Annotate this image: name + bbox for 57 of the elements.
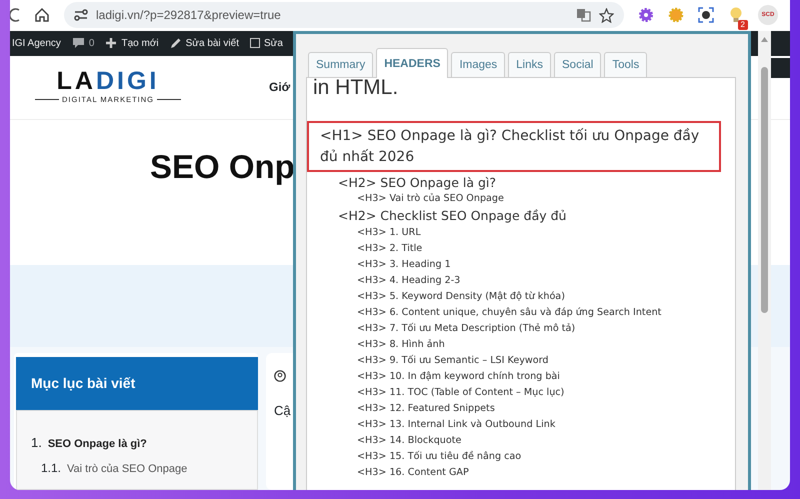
home-icon[interactable] — [34, 7, 50, 24]
tab[interactable]: HEADERS — [376, 48, 448, 78]
scrollbar[interactable] — [758, 31, 771, 490]
new-link[interactable]: Tạo mới — [121, 36, 159, 51]
toc-number: 1. — [31, 434, 42, 452]
toc-number: 1.1. — [41, 460, 62, 476]
star-icon[interactable] — [599, 8, 614, 23]
header-entry: <H3> 5. Keyword Density (Mật độ từ khóa) — [357, 290, 566, 304]
header-entry: <H3> 4. Heading 2-3 — [357, 274, 462, 288]
header-entry: <H3> 10. In đậm keyword chính trong bài — [357, 370, 561, 384]
admin-bar — [771, 58, 790, 78]
meta-text: Cậ — [274, 402, 292, 420]
header-entry: <H3> 11. TOC (Table of Content – Mục lục) — [357, 386, 566, 400]
header-entry: <H3> 6. Content unique, chuyên sâu và đáp ứng Search Intent — [357, 306, 662, 320]
header-entry: <H3> 16. Content GAP — [357, 466, 470, 480]
header-entry: <H1> SEO Onpage là gì? Checklist tối ưu Onpage đầy đủ nhất 2026 — [307, 121, 721, 172]
header-entry: <H3> 7. Tối ưu Meta Description (Thẻ mô tả) — [357, 322, 576, 336]
header-entry: <H3> Vai trò của SEO Onpage — [357, 192, 505, 206]
comment-count[interactable]: 0 — [88, 36, 94, 51]
edit-post-link[interactable]: Sửa bài viết — [186, 36, 239, 51]
user-icon — [274, 370, 286, 382]
header-entry: <H3> 9. Tối ưu Semantic – LSI Keyword — [357, 354, 550, 368]
header-entry: <H3> 14. Blockquote — [357, 434, 462, 448]
header-entry: <H3> 15. Tối ưu tiêu đề nâng cao — [357, 450, 522, 464]
logo-text[interactable]: LADIGI — [56, 67, 160, 96]
toc-title: Mục lục bài viết — [16, 357, 258, 410]
site-name-link[interactable]: IGI Agency — [12, 36, 61, 51]
camera-icon[interactable] — [698, 7, 714, 24]
nav-link[interactable]: Giớ — [269, 78, 290, 96]
header-entry: <H2> SEO Onpage là gì? — [338, 174, 498, 192]
gear-icon[interactable] — [638, 7, 654, 24]
header-entry: <H3> 2. Title — [357, 242, 424, 256]
toc-link[interactable]: Vai trò của SEO Onpage — [67, 460, 188, 477]
pencil-icon[interactable] — [170, 37, 182, 50]
notification-badge: 2 — [738, 20, 748, 30]
site-info-icon[interactable] — [74, 9, 88, 22]
page-title: SEO Onp — [150, 150, 295, 187]
header-entry: <H3> 13. Internal Link và Outbound Link — [357, 418, 556, 432]
tab[interactable]: Tools — [604, 52, 648, 78]
toc-link[interactable]: SEO Onpage là gì? — [48, 436, 147, 452]
tab[interactable]: Links — [508, 52, 552, 78]
header-entry: <H3> 12. Featured Snippets — [357, 402, 496, 416]
header-entry: <H2> Checklist SEO Onpage đầy đủ — [338, 207, 568, 225]
intro-text: in HTML. — [313, 78, 400, 100]
header-entry: <H3> 1. URL — [357, 226, 422, 240]
comment-icon[interactable] — [72, 37, 85, 50]
translate-icon[interactable] — [576, 8, 591, 22]
scrollbar-thumb[interactable] — [761, 67, 768, 313]
plus-icon[interactable] — [105, 37, 118, 50]
header-entry: <H3> 8. Hình ảnh — [357, 338, 446, 352]
square-icon[interactable] — [250, 38, 260, 48]
tab[interactable]: Images — [451, 52, 506, 78]
header-entry: <H3> 3. Heading 1 — [357, 258, 452, 272]
tab[interactable]: Summary — [308, 52, 374, 78]
reload-icon[interactable] — [10, 7, 20, 24]
tab[interactable]: Social — [554, 52, 602, 78]
edit-link[interactable]: Sửa — [264, 36, 283, 51]
